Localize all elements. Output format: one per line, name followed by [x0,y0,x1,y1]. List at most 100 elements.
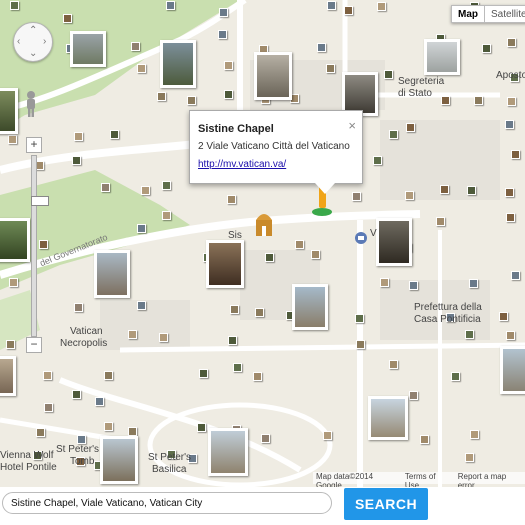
photo-thumbnail[interactable] [63,14,72,23]
photo-thumbnail[interactable] [323,431,332,440]
photo-thumbnail[interactable] [39,240,48,249]
photo-thumbnail[interactable] [511,150,520,159]
photo-thumbnail[interactable] [420,435,429,444]
photo-tile[interactable] [424,39,460,75]
photo-thumbnail[interactable] [499,312,508,321]
photo-thumbnail[interactable] [224,90,233,99]
photo-thumbnail[interactable] [373,156,382,165]
photo-thumbnail[interactable] [72,156,81,165]
photo-thumbnail[interactable] [218,30,227,39]
photo-thumbnail[interactable] [436,217,445,226]
zoom-slider-track[interactable] [31,155,49,337]
photo-thumbnail[interactable] [352,192,361,201]
photo-thumbnail[interactable] [470,430,479,439]
photo-thumbnail[interactable] [505,120,514,129]
photo-thumbnail[interactable] [295,240,304,249]
photo-thumbnail[interactable] [377,2,386,11]
pan-left-icon[interactable]: ‹ [17,37,20,47]
photo-tile[interactable] [292,284,328,330]
photo-tile[interactable] [0,356,16,396]
photo-thumbnail[interactable] [110,130,119,139]
photo-tile[interactable] [94,250,130,298]
photo-thumbnail[interactable] [465,330,474,339]
photo-thumbnail[interactable] [261,434,270,443]
photo-thumbnail[interactable] [72,390,81,399]
photo-tile[interactable] [500,346,525,394]
photo-thumbnail[interactable] [74,303,83,312]
photo-thumbnail[interactable] [131,42,140,51]
photo-thumbnail[interactable] [199,369,208,378]
photo-tile[interactable] [368,396,408,440]
photo-thumbnail[interactable] [406,123,415,132]
info-window-link[interactable]: http://mv.vatican.va/ [198,159,286,170]
photo-thumbnail[interactable] [507,38,516,47]
photo-thumbnail[interactable] [104,422,113,431]
photo-thumbnail[interactable] [384,70,393,79]
photo-thumbnail[interactable] [405,191,414,200]
photo-thumbnail[interactable] [465,453,474,462]
photo-thumbnail[interactable] [95,397,104,406]
map-type-map-button[interactable]: Map [451,5,484,23]
photo-tile[interactable] [254,52,292,100]
photo-thumbnail[interactable] [162,211,171,220]
photo-thumbnail[interactable] [389,360,398,369]
map[interactable]: Segreteria di Stato Aposto del Governato… [0,0,525,487]
photo-tile[interactable] [376,218,412,266]
photo-thumbnail[interactable] [253,372,262,381]
photo-thumbnail[interactable] [8,135,17,144]
photo-thumbnail[interactable] [389,130,398,139]
photo-thumbnail[interactable] [10,1,19,10]
photo-thumbnail[interactable] [506,213,515,222]
photo-thumbnail[interactable] [474,96,483,105]
photo-tile[interactable] [100,436,138,484]
terms-of-use-link[interactable]: Terms of Use [405,472,450,487]
report-map-error-link[interactable]: Report a map error [458,472,522,487]
photo-thumbnail[interactable] [506,331,515,340]
photo-thumbnail[interactable] [104,371,113,380]
photo-thumbnail[interactable] [467,186,476,195]
close-icon[interactable]: × [348,119,356,132]
photo-thumbnail[interactable] [255,308,264,317]
photo-thumbnail[interactable] [74,132,83,141]
pan-up-icon[interactable]: ⌃ [29,26,37,36]
photo-thumbnail[interactable] [77,435,86,444]
photo-thumbnail[interactable] [44,403,53,412]
church-icon[interactable] [253,208,275,238]
photo-tile[interactable] [160,40,196,88]
photo-tile[interactable] [0,88,18,134]
photo-tile[interactable] [206,240,244,288]
photo-thumbnail[interactable] [228,336,237,345]
photo-thumbnail[interactable] [409,391,418,400]
photo-thumbnail[interactable] [505,188,514,197]
photo-thumbnail[interactable] [137,301,146,310]
photo-thumbnail[interactable] [409,281,418,290]
photo-thumbnail[interactable] [43,371,52,380]
photo-thumbnail[interactable] [355,314,364,323]
photo-thumbnail[interactable] [9,278,18,287]
photo-tile[interactable] [208,428,248,476]
photo-thumbnail[interactable] [137,64,146,73]
photo-thumbnail[interactable] [507,97,516,106]
zoom-in-button[interactable]: + [26,137,42,153]
photo-thumbnail[interactable] [233,363,242,372]
pan-right-icon[interactable]: › [43,37,46,47]
photo-thumbnail[interactable] [187,96,196,105]
photo-thumbnail[interactable] [469,279,478,288]
photo-thumbnail[interactable] [137,224,146,233]
photo-thumbnail[interactable] [159,333,168,342]
photo-thumbnail[interactable] [311,250,320,259]
photo-thumbnail[interactable] [224,61,233,70]
photo-thumbnail[interactable] [36,428,45,437]
photo-thumbnail[interactable] [230,305,239,314]
photo-thumbnail[interactable] [440,185,449,194]
photo-thumbnail[interactable] [197,423,206,432]
map-type-satellite-button[interactable]: Satellite [484,5,525,23]
photo-thumbnail[interactable] [128,427,137,436]
photo-thumbnail[interactable] [157,92,166,101]
photo-thumbnail[interactable] [482,44,491,53]
photo-thumbnail[interactable] [326,64,335,73]
zoom-out-button[interactable]: − [26,337,42,353]
photo-thumbnail[interactable] [219,8,228,17]
photo-thumbnail[interactable] [451,372,460,381]
search-button[interactable]: SEARCH [344,488,428,520]
